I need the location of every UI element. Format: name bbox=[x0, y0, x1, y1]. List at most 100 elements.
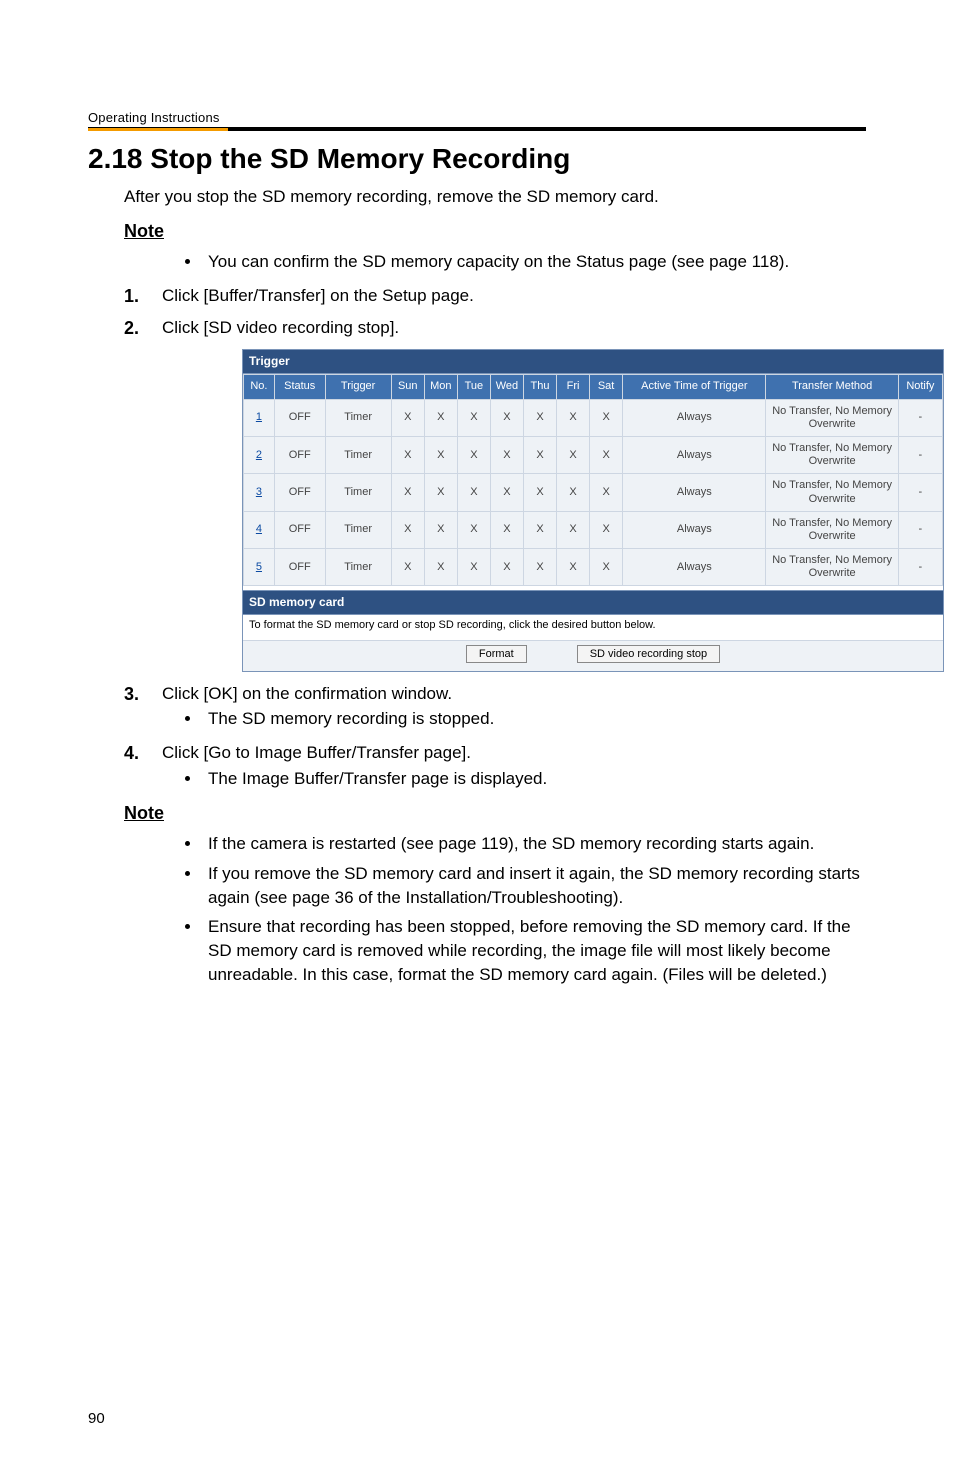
page-number: 90 bbox=[88, 1410, 105, 1427]
step-2-text: Click [SD video recording stop]. bbox=[162, 318, 399, 337]
day-cell: X bbox=[490, 474, 523, 511]
method-cell: No Transfer, No Memory Overwrite bbox=[766, 549, 898, 586]
method-cell: No Transfer, No Memory Overwrite bbox=[766, 474, 898, 511]
th-fri: Fri bbox=[557, 375, 590, 399]
day-cell: X bbox=[557, 436, 590, 473]
step-3-text: Click [OK] on the confirmation window. bbox=[162, 684, 452, 703]
trigger-cell: Timer bbox=[325, 549, 391, 586]
day-cell: X bbox=[523, 549, 556, 586]
day-cell: X bbox=[490, 436, 523, 473]
day-cell: X bbox=[457, 399, 490, 436]
status-cell: OFF bbox=[274, 474, 325, 511]
day-cell: X bbox=[391, 511, 424, 548]
notify-cell: - bbox=[898, 549, 942, 586]
step-3-sub-item: The SD memory recording is stopped. bbox=[202, 707, 866, 731]
trigger-no-link[interactable]: 4 bbox=[244, 511, 275, 548]
sd-stop-button[interactable]: SD video recording stop bbox=[577, 645, 720, 663]
trigger-no-link[interactable]: 1 bbox=[244, 399, 275, 436]
day-cell: X bbox=[523, 399, 556, 436]
panel-title-trigger: Trigger bbox=[243, 350, 943, 374]
step-4-sub-item: The Image Buffer/Transfer page is displa… bbox=[202, 767, 866, 791]
trigger-cell: Timer bbox=[325, 511, 391, 548]
th-active: Active Time of Trigger bbox=[623, 375, 766, 399]
running-header: Operating Instructions bbox=[88, 110, 866, 125]
th-method: Transfer Method bbox=[766, 375, 898, 399]
table-row: 1OFFTimerXXXXXXXAlwaysNo Transfer, No Me… bbox=[244, 399, 943, 436]
step-1: Click [Buffer/Transfer] on the Setup pag… bbox=[124, 284, 866, 308]
day-cell: X bbox=[557, 549, 590, 586]
table-row: 4OFFTimerXXXXXXXAlwaysNo Transfer, No Me… bbox=[244, 511, 943, 548]
trigger-cell: Timer bbox=[325, 474, 391, 511]
active-cell: Always bbox=[623, 399, 766, 436]
note2-list: If the camera is restarted (see page 119… bbox=[124, 832, 866, 987]
th-wed: Wed bbox=[490, 375, 523, 399]
step-3-sub: The SD memory recording is stopped. bbox=[162, 707, 866, 731]
step-4-sub: The Image Buffer/Transfer page is displa… bbox=[162, 767, 866, 791]
accent-rule bbox=[88, 128, 866, 131]
day-cell: X bbox=[523, 436, 556, 473]
step-4: Click [Go to Image Buffer/Transfer page]… bbox=[124, 741, 866, 791]
trigger-table: No. Status Trigger Sun Mon Tue Wed Thu F… bbox=[243, 374, 943, 586]
day-cell: X bbox=[523, 474, 556, 511]
day-cell: X bbox=[457, 474, 490, 511]
trigger-cell: Timer bbox=[325, 399, 391, 436]
day-cell: X bbox=[590, 399, 623, 436]
day-cell: X bbox=[424, 399, 457, 436]
active-cell: Always bbox=[623, 549, 766, 586]
table-row: 3OFFTimerXXXXXXXAlwaysNo Transfer, No Me… bbox=[244, 474, 943, 511]
format-button[interactable]: Format bbox=[466, 645, 527, 663]
trigger-no-link[interactable]: 3 bbox=[244, 474, 275, 511]
note1-list: You can confirm the SD memory capacity o… bbox=[124, 250, 866, 274]
day-cell: X bbox=[391, 474, 424, 511]
th-sat: Sat bbox=[590, 375, 623, 399]
notify-cell: - bbox=[898, 436, 942, 473]
table-row: 2OFFTimerXXXXXXXAlwaysNo Transfer, No Me… bbox=[244, 436, 943, 473]
steps-list: Click [Buffer/Transfer] on the Setup pag… bbox=[124, 284, 866, 791]
status-cell: OFF bbox=[274, 399, 325, 436]
trigger-no-link[interactable]: 5 bbox=[244, 549, 275, 586]
note1-item: You can confirm the SD memory capacity o… bbox=[202, 250, 866, 274]
trigger-table-header-row: No. Status Trigger Sun Mon Tue Wed Thu F… bbox=[244, 375, 943, 399]
day-cell: X bbox=[523, 511, 556, 548]
note2-item: If you remove the SD memory card and ins… bbox=[202, 862, 866, 910]
status-cell: OFF bbox=[274, 436, 325, 473]
day-cell: X bbox=[391, 436, 424, 473]
day-cell: X bbox=[457, 436, 490, 473]
note-heading: Note bbox=[124, 219, 866, 244]
day-cell: X bbox=[590, 474, 623, 511]
th-trigger: Trigger bbox=[325, 375, 391, 399]
day-cell: X bbox=[424, 549, 457, 586]
step-2: Click [SD video recording stop]. Trigger bbox=[124, 316, 866, 672]
day-cell: X bbox=[391, 549, 424, 586]
intro-text: After you stop the SD memory recording, … bbox=[124, 185, 866, 209]
active-cell: Always bbox=[623, 436, 766, 473]
status-cell: OFF bbox=[274, 511, 325, 548]
step-4-text: Click [Go to Image Buffer/Transfer page]… bbox=[162, 743, 471, 762]
sdcard-caption: To format the SD memory card or stop SD … bbox=[243, 615, 943, 639]
note-heading-2: Note bbox=[124, 801, 866, 826]
active-cell: Always bbox=[623, 474, 766, 511]
active-cell: Always bbox=[623, 511, 766, 548]
day-cell: X bbox=[590, 511, 623, 548]
section-title: 2.18 Stop the SD Memory Recording bbox=[88, 143, 866, 175]
day-cell: X bbox=[424, 474, 457, 511]
th-thu: Thu bbox=[523, 375, 556, 399]
note2-item: If the camera is restarted (see page 119… bbox=[202, 832, 866, 856]
day-cell: X bbox=[490, 511, 523, 548]
day-cell: X bbox=[590, 436, 623, 473]
note2-item: Ensure that recording has been stopped, … bbox=[202, 915, 866, 986]
notify-cell: - bbox=[898, 511, 942, 548]
day-cell: X bbox=[490, 399, 523, 436]
day-cell: X bbox=[457, 549, 490, 586]
th-tue: Tue bbox=[457, 375, 490, 399]
method-cell: No Transfer, No Memory Overwrite bbox=[766, 511, 898, 548]
day-cell: X bbox=[424, 511, 457, 548]
day-cell: X bbox=[557, 474, 590, 511]
th-notify: Notify bbox=[898, 375, 942, 399]
th-no: No. bbox=[244, 375, 275, 399]
trigger-no-link[interactable]: 2 bbox=[244, 436, 275, 473]
trigger-cell: Timer bbox=[325, 436, 391, 473]
panel-title-sdcard: SD memory card bbox=[243, 591, 943, 615]
th-status: Status bbox=[274, 375, 325, 399]
table-row: 5OFFTimerXXXXXXXAlwaysNo Transfer, No Me… bbox=[244, 549, 943, 586]
